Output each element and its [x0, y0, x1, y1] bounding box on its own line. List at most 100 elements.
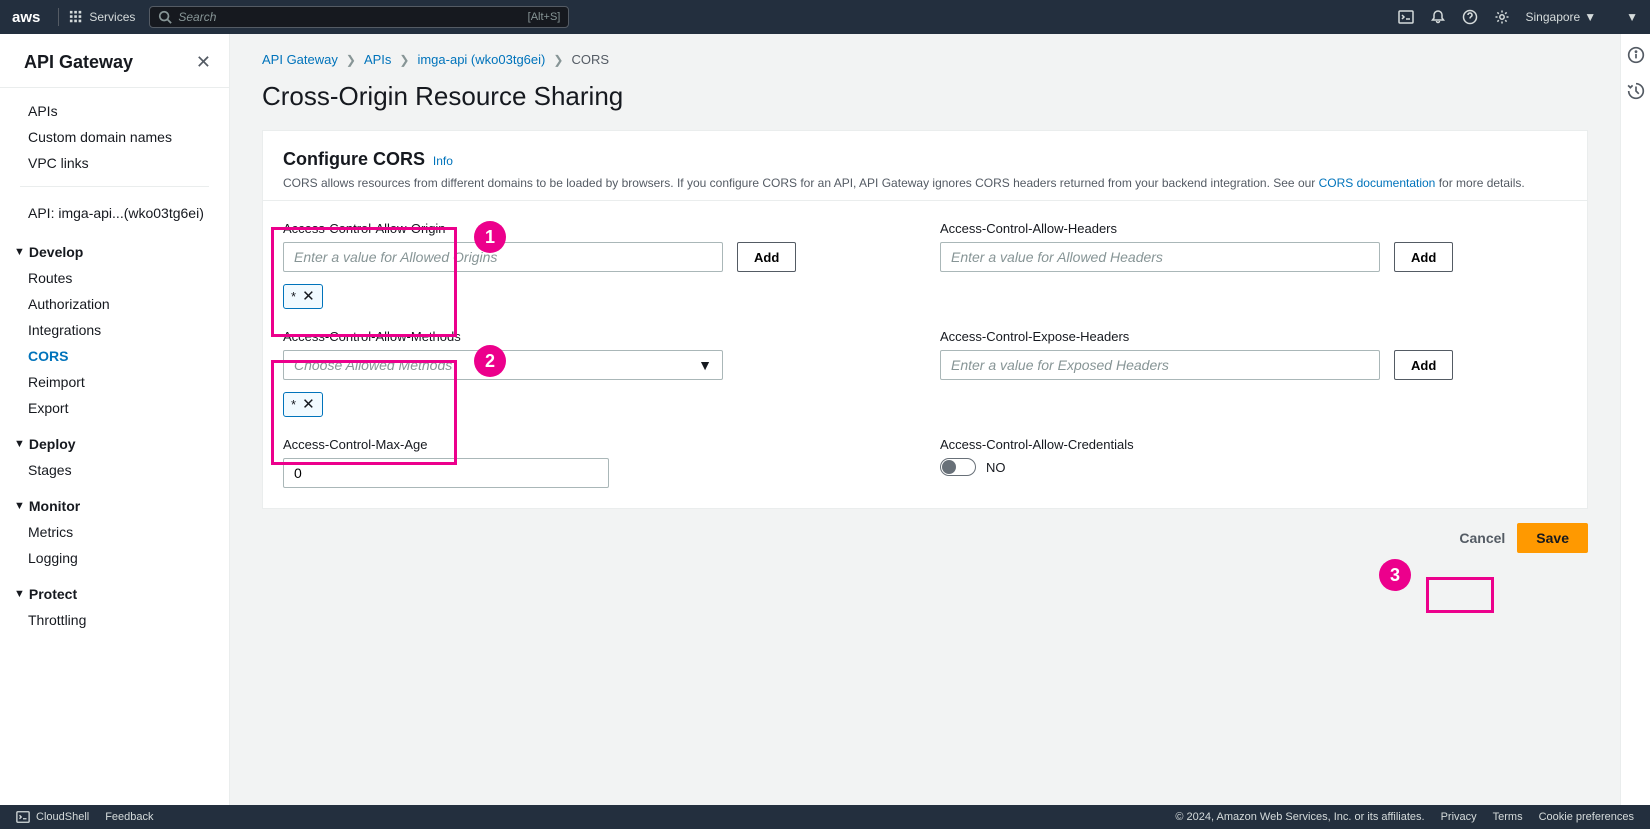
remove-chip-icon[interactable]: ✕: [302, 289, 315, 304]
global-search[interactable]: Search [Alt+S]: [149, 6, 569, 28]
sidebar-item-stages[interactable]: Stages: [0, 457, 229, 483]
sidebar-item-throttling[interactable]: Throttling: [0, 607, 229, 633]
allow-headers-label: Access-Control-Allow-Headers: [940, 221, 1567, 236]
panel-description-post: for more details.: [1435, 176, 1524, 190]
aws-logo[interactable]: aws: [12, 9, 40, 26]
sidebar-section-develop[interactable]: ▼ Develop: [0, 239, 229, 265]
tools-rail: [1620, 34, 1650, 805]
feedback-link[interactable]: Feedback: [105, 811, 153, 823]
breadcrumb: API Gateway ❯ APIs ❯ imga-api (wko03tg6e…: [262, 34, 1588, 75]
sidebar-title: API Gateway: [24, 52, 133, 73]
sidebar-item-logging[interactable]: Logging: [0, 545, 229, 571]
cookie-prefs-link[interactable]: Cookie preferences: [1539, 811, 1634, 823]
info-icon[interactable]: [1627, 46, 1645, 64]
sidebar: API Gateway ✕ APIs Custom domain names V…: [0, 34, 230, 805]
caret-down-icon: ▼: [14, 500, 25, 512]
search-placeholder: Search: [178, 10, 216, 24]
services-menu[interactable]: Services: [69, 10, 135, 24]
methods-chip: * ✕: [283, 392, 323, 417]
chip-value: *: [291, 289, 296, 304]
search-icon: [158, 10, 172, 24]
allow-methods-group: Access-Control-Allow-Methods Choose Allo…: [283, 329, 910, 417]
panel-title: Configure CORS: [283, 149, 425, 169]
sidebar-separator: [20, 186, 209, 187]
expose-headers-group: Access-Control-Expose-Headers Add: [940, 329, 1567, 417]
max-age-input[interactable]: [283, 458, 609, 488]
sidebar-item-routes[interactable]: Routes: [0, 265, 229, 291]
region-selector[interactable]: Singapore ▼: [1526, 10, 1597, 24]
sidebar-item-apis[interactable]: APIs: [0, 98, 229, 124]
cloudshell-icon: [16, 810, 30, 824]
caret-down-icon: ▼: [698, 357, 712, 373]
caret-down-icon: ▼: [14, 438, 25, 450]
max-age-label: Access-Control-Max-Age: [283, 437, 910, 452]
breadcrumb-link[interactable]: API Gateway: [262, 52, 338, 67]
section-label: Protect: [29, 586, 77, 602]
remove-chip-icon[interactable]: ✕: [302, 397, 315, 412]
caret-down-icon: ▼: [14, 246, 25, 258]
search-shortcut: [Alt+S]: [528, 11, 561, 23]
allow-credentials-group: Access-Control-Allow-Credentials NO: [940, 437, 1567, 488]
origin-chip: * ✕: [283, 284, 323, 309]
chevron-right-icon: ❯: [399, 53, 409, 67]
copyright-text: © 2024, Amazon Web Services, Inc. or its…: [1175, 811, 1424, 823]
sidebar-item-cors[interactable]: CORS: [0, 343, 229, 369]
sidebar-api-info: API: imga-api...(wko03tg6ei): [0, 197, 229, 229]
cors-docs-link[interactable]: CORS documentation: [1319, 176, 1436, 190]
top-nav: aws Services Search [Alt+S] Singapore ▼ …: [0, 0, 1650, 34]
expose-headers-input[interactable]: [940, 350, 1380, 380]
breadcrumb-link[interactable]: APIs: [364, 52, 391, 67]
add-headers-button[interactable]: Add: [1394, 242, 1453, 272]
cloudshell-icon[interactable]: [1398, 9, 1414, 25]
main-content: API Gateway ❯ APIs ❯ imga-api (wko03tg6e…: [230, 34, 1620, 805]
gear-icon[interactable]: [1494, 9, 1510, 25]
max-age-group: Access-Control-Max-Age: [283, 437, 910, 488]
grid-icon: [69, 10, 83, 24]
sidebar-section-deploy[interactable]: ▼ Deploy: [0, 431, 229, 457]
allow-methods-label: Access-Control-Allow-Methods: [283, 329, 910, 344]
sidebar-section-monitor[interactable]: ▼ Monitor: [0, 493, 229, 519]
sidebar-item-vpc-links[interactable]: VPC links: [0, 150, 229, 176]
allow-headers-input[interactable]: [940, 242, 1380, 272]
account-menu[interactable]: ▼: [1626, 10, 1638, 24]
bell-icon[interactable]: [1430, 9, 1446, 25]
close-icon[interactable]: ✕: [196, 52, 211, 73]
cloudshell-link[interactable]: CloudShell: [16, 810, 89, 824]
sidebar-item-reimport[interactable]: Reimport: [0, 369, 229, 395]
terms-link[interactable]: Terms: [1493, 811, 1523, 823]
sidebar-item-export[interactable]: Export: [0, 395, 229, 421]
cancel-button[interactable]: Cancel: [1459, 523, 1505, 553]
sidebar-item-authorization[interactable]: Authorization: [0, 291, 229, 317]
chevron-right-icon: ❯: [553, 53, 563, 67]
help-icon[interactable]: [1462, 9, 1478, 25]
clock-icon[interactable]: [1627, 82, 1645, 100]
sidebar-item-metrics[interactable]: Metrics: [0, 519, 229, 545]
section-label: Deploy: [29, 436, 76, 452]
sidebar-item-integrations[interactable]: Integrations: [0, 317, 229, 343]
sidebar-section-protect[interactable]: ▼ Protect: [0, 581, 229, 607]
info-link[interactable]: Info: [433, 154, 453, 168]
allow-origin-input[interactable]: [283, 242, 723, 272]
save-button[interactable]: Save: [1517, 523, 1588, 553]
allow-origin-group: Access-Control-Allow-Origin Add * ✕: [283, 221, 910, 309]
credentials-value: NO: [986, 460, 1006, 475]
allow-methods-select[interactable]: Choose Allowed Methods ▼: [283, 350, 723, 380]
cloudshell-label: CloudShell: [36, 811, 89, 823]
bottom-bar: CloudShell Feedback © 2024, Amazon Web S…: [0, 805, 1650, 829]
section-label: Monitor: [29, 498, 80, 514]
credentials-toggle[interactable]: [940, 458, 976, 476]
expose-headers-label: Access-Control-Expose-Headers: [940, 329, 1567, 344]
region-label: Singapore: [1526, 10, 1581, 24]
privacy-link[interactable]: Privacy: [1441, 811, 1477, 823]
caret-down-icon: ▼: [14, 588, 25, 600]
services-label: Services: [89, 10, 135, 24]
breadcrumb-link[interactable]: imga-api (wko03tg6ei): [417, 52, 545, 67]
allow-origin-label: Access-Control-Allow-Origin: [283, 221, 910, 236]
chevron-right-icon: ❯: [346, 53, 356, 67]
add-expose-headers-button[interactable]: Add: [1394, 350, 1453, 380]
cors-config-panel: Configure CORS Info CORS allows resource…: [262, 130, 1588, 509]
select-placeholder: Choose Allowed Methods: [294, 357, 452, 373]
sidebar-item-custom-domain[interactable]: Custom domain names: [0, 124, 229, 150]
panel-description-pre: CORS allows resources from different dom…: [283, 176, 1319, 190]
add-origin-button[interactable]: Add: [737, 242, 796, 272]
